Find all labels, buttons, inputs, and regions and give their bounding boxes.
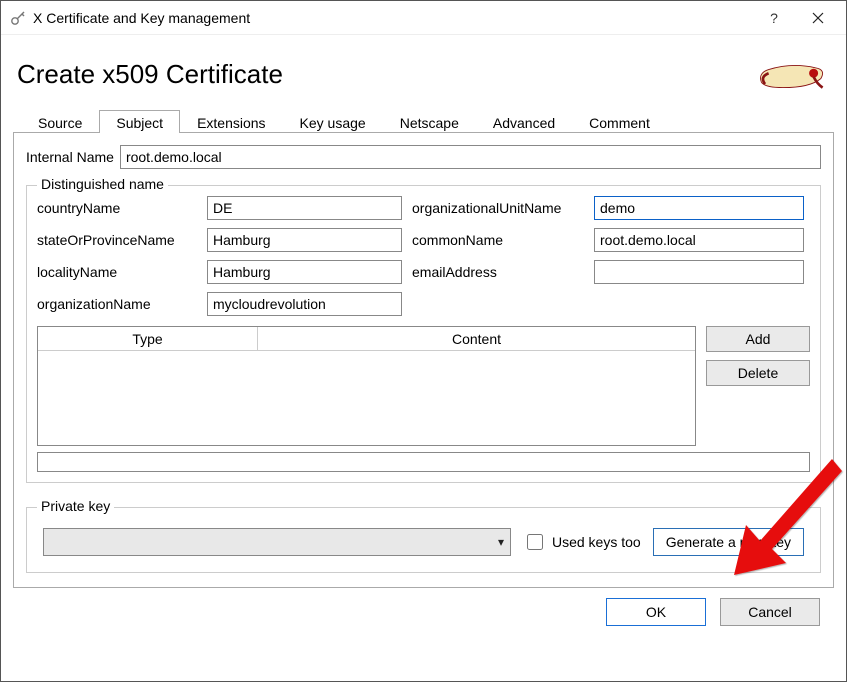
ok-button[interactable]: OK [606,598,706,626]
state-name-input[interactable] [207,228,402,252]
email-label: emailAddress [412,264,584,280]
ou-name-label: organizationalUnitName [412,200,584,216]
tab-comment[interactable]: Comment [572,110,667,133]
country-name-input[interactable] [207,196,402,220]
dialog-content: Create x509 Certificate Source Subject E… [1,35,846,681]
tab-key-usage[interactable]: Key usage [283,110,383,133]
email-input[interactable] [594,260,804,284]
scroll-logo-icon [756,56,834,97]
title-bar: X Certificate and Key management ? [1,1,846,35]
internal-name-input[interactable] [120,145,821,169]
used-keys-too-label: Used keys too [552,534,641,550]
close-button[interactable] [796,1,840,35]
used-keys-too-checkbox[interactable]: Used keys too [523,531,641,553]
cancel-button[interactable]: Cancel [720,598,820,626]
private-key-select[interactable]: ▾ [43,528,511,556]
chevron-down-icon: ▾ [498,535,504,549]
tab-panel-subject: Internal Name Distinguished name country… [13,132,834,588]
help-button[interactable]: ? [752,1,796,35]
dialog-footer: OK Cancel [13,588,834,626]
org-name-input[interactable] [207,292,402,316]
tab-bar: Source Subject Extensions Key usage Nets… [21,104,834,132]
app-window: X Certificate and Key management ? Creat… [0,0,847,682]
extra-dn-table-body[interactable] [38,351,695,445]
ou-name-input[interactable] [594,196,804,220]
tab-advanced[interactable]: Advanced [476,110,572,133]
distinguished-name-group: Distinguished name countryName organizat… [26,185,821,483]
tab-source[interactable]: Source [21,110,99,133]
generate-new-key-button[interactable]: Generate a new key [653,528,804,556]
tab-netscape[interactable]: Netscape [383,110,476,133]
country-name-label: countryName [37,200,197,216]
used-keys-too-input[interactable] [527,534,543,550]
window-title: X Certificate and Key management [27,10,752,26]
tab-subject[interactable]: Subject [99,110,180,133]
delete-button[interactable]: Delete [706,360,810,386]
dn-detail-strip[interactable] [37,452,810,472]
locality-name-input[interactable] [207,260,402,284]
distinguished-name-legend: Distinguished name [37,176,168,192]
common-name-input[interactable] [594,228,804,252]
private-key-group: Private key ▾ Used keys too Generate a n… [26,507,821,573]
locality-name-label: localityName [37,264,197,280]
col-type-header[interactable]: Type [38,327,258,350]
internal-name-label: Internal Name [26,149,114,165]
page-title: Create x509 Certificate [17,59,756,90]
state-name-label: stateOrProvinceName [37,232,197,248]
extra-dn-table-header: Type Content [38,327,695,351]
app-key-icon [9,9,27,27]
private-key-legend: Private key [37,498,114,514]
common-name-label: commonName [412,232,584,248]
col-content-header[interactable]: Content [258,327,695,350]
extra-dn-table[interactable]: Type Content [37,326,696,446]
add-button[interactable]: Add [706,326,810,352]
org-name-label: organizationName [37,296,197,312]
tab-extensions[interactable]: Extensions [180,110,282,133]
